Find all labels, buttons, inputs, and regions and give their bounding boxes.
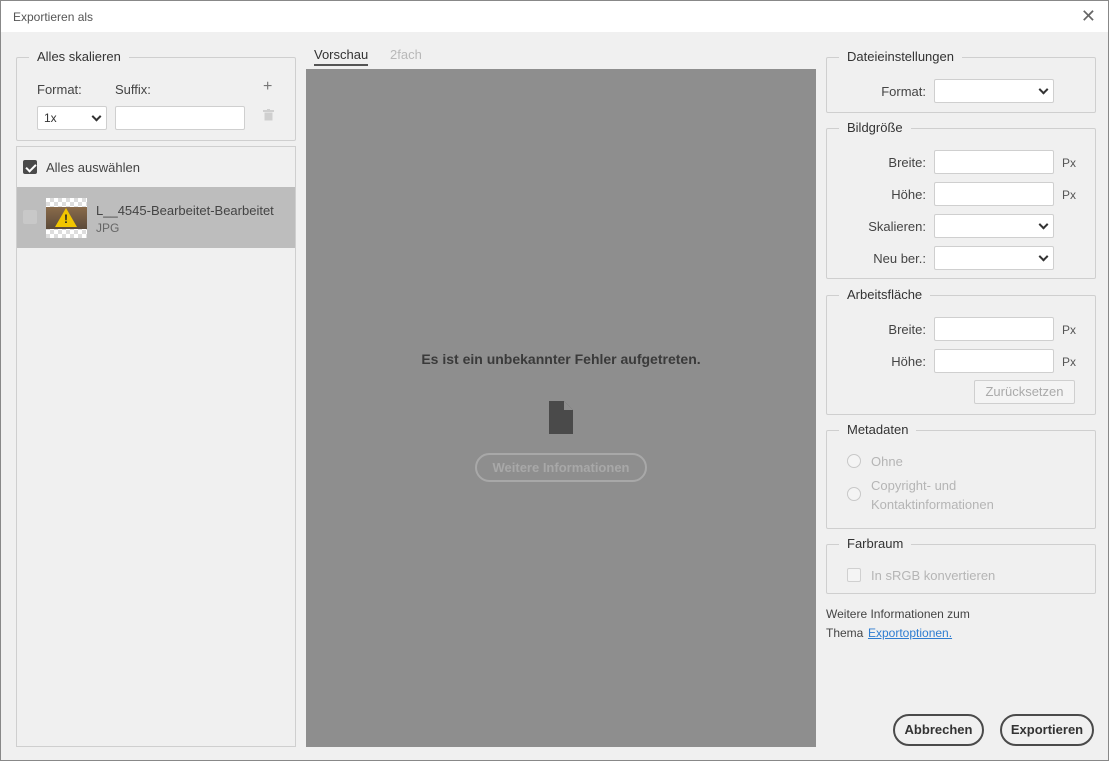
chevron-down-icon — [1038, 219, 1049, 230]
suffix-label: Suffix: — [115, 82, 151, 97]
asset-list: Alles auswählen ! L__4545-Bearbeitet-Bea… — [16, 146, 296, 747]
file-format-label: Format: — [881, 84, 926, 99]
reset-button[interactable]: Zurücksetzen — [974, 380, 1075, 404]
more-info-button[interactable]: Weitere Informationen — [475, 453, 647, 482]
chevron-down-icon — [1038, 84, 1049, 95]
asset-checkbox[interactable] — [23, 210, 37, 224]
canvas-width-field[interactable] — [934, 317, 1054, 341]
more-info-text-2: Thema — [826, 626, 864, 640]
select-all-checkbox[interactable] — [23, 160, 37, 174]
metadata-none-label: Ohne — [871, 454, 903, 469]
metadata-copyright-radio[interactable] — [847, 487, 861, 501]
error-message: Es ist ein unbekannter Fehler aufgetrete… — [421, 351, 701, 367]
cancel-button[interactable]: Abbrechen — [893, 714, 984, 746]
file-settings-legend: Dateieinstellungen — [839, 49, 962, 64]
scale-all-legend: Alles skalieren — [29, 49, 129, 64]
window-title: Exportieren als — [13, 10, 94, 24]
srgb-label: In sRGB konvertieren — [871, 568, 996, 583]
canvas-width-label: Breite: — [888, 322, 926, 337]
chevron-down-icon — [1038, 251, 1049, 262]
title-bar: Exportieren als ✕ — [1, 1, 1108, 32]
asset-type: JPG — [96, 221, 120, 235]
asset-name: L__4545-Bearbeitet-Bearbeitet — [96, 203, 274, 218]
canvas-height-field[interactable] — [934, 349, 1054, 373]
image-height-unit: Px — [1062, 188, 1077, 202]
image-width-label: Breite: — [888, 155, 926, 170]
warning-mark: ! — [64, 212, 68, 226]
canvas-width-unit: Px — [1062, 323, 1077, 337]
metadata-legend: Metadaten — [839, 422, 917, 437]
metadata-none-radio[interactable] — [847, 454, 861, 468]
preview-area: Es ist ein unbekannter Fehler aufgetrete… — [306, 69, 816, 747]
scale-select-value: 1x — [44, 111, 57, 125]
image-scale-label: Skalieren: — [868, 219, 926, 234]
file-format-select[interactable] — [934, 79, 1054, 103]
list-item[interactable]: ! L__4545-Bearbeitet-Bearbeitet JPG — [17, 187, 295, 248]
canvas-legend: Arbeitsfläche — [839, 287, 931, 302]
image-size-legend: Bildgröße — [839, 120, 911, 135]
metadata-copyright-label-2: Kontaktinformationen — [871, 497, 994, 512]
resample-select[interactable] — [934, 246, 1054, 270]
export-button[interactable]: Exportieren — [1000, 714, 1094, 746]
image-height-label: Höhe: — [891, 187, 926, 202]
tab-2x[interactable]: 2fach — [390, 47, 422, 62]
image-scale-select[interactable] — [934, 214, 1054, 238]
export-options-link[interactable]: Exportoptionen. — [868, 626, 952, 640]
file-icon — [549, 401, 573, 434]
srgb-checkbox[interactable] — [847, 568, 861, 582]
colorspace-legend: Farbraum — [839, 536, 912, 551]
resample-label: Neu ber.: — [873, 251, 926, 266]
suffix-input[interactable] — [115, 106, 245, 130]
export-dialog: Exportieren als ✕ Alles skalieren Format… — [0, 0, 1109, 761]
asset-thumbnail: ! — [46, 198, 87, 238]
tab-preview[interactable]: Vorschau — [314, 47, 369, 66]
select-all-label: Alles auswählen — [46, 160, 140, 175]
image-width-field[interactable] — [934, 150, 1054, 174]
image-width-unit: Px — [1062, 156, 1077, 170]
canvas-height-unit: Px — [1062, 355, 1077, 369]
plus-icon[interactable]: + — [263, 78, 272, 96]
close-icon[interactable]: ✕ — [1081, 7, 1096, 25]
metadata-group: Metadaten — [826, 422, 1096, 529]
canvas-height-label: Höhe: — [891, 354, 926, 369]
chevron-down-icon — [91, 111, 102, 122]
more-info-text-1: Weitere Informationen zum — [826, 607, 970, 621]
image-height-field[interactable] — [934, 182, 1054, 206]
metadata-copyright-label-1: Copyright- und — [871, 478, 957, 493]
trash-icon[interactable] — [263, 109, 274, 121]
format-label: Format: — [37, 82, 82, 97]
scale-select[interactable]: 1x — [37, 106, 107, 130]
